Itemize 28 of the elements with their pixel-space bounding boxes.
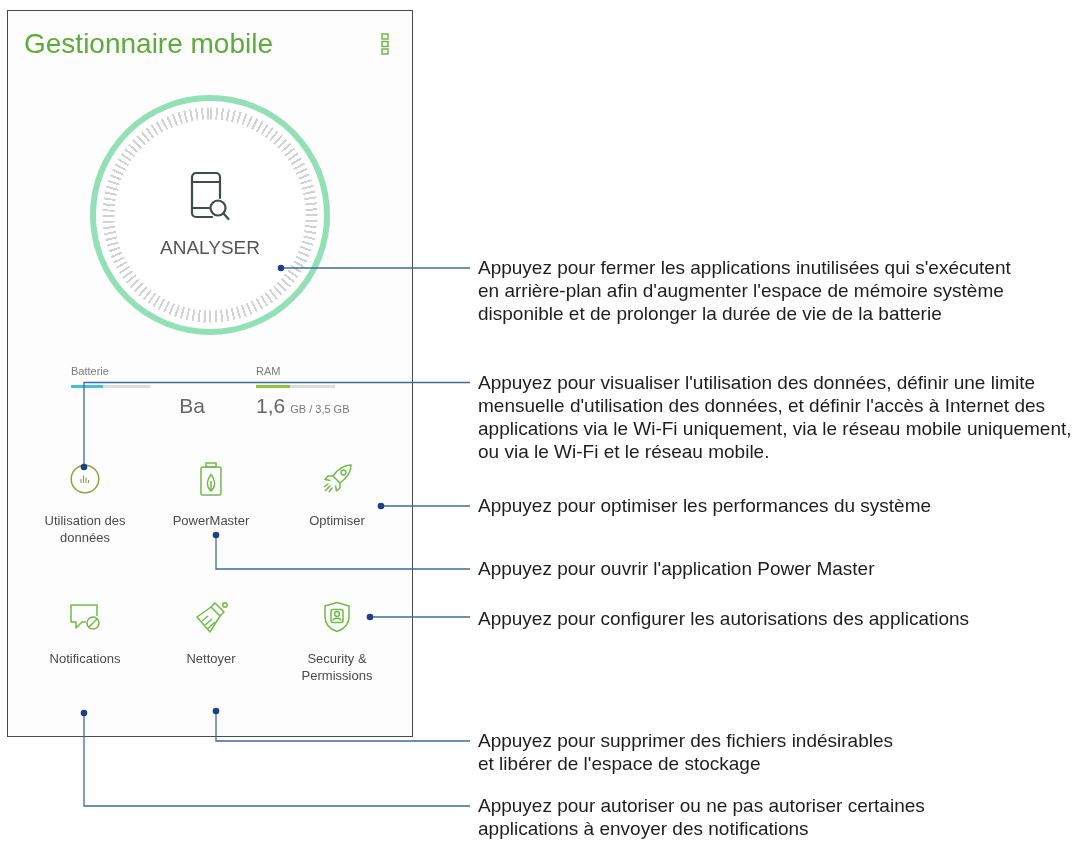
- feature-button[interactable]: Security & Permissions: [281, 600, 393, 684]
- feature-button[interactable]: Optimiser: [281, 462, 393, 546]
- phone-search-icon: [190, 171, 230, 221]
- shield-user-icon: [323, 601, 351, 633]
- callout-text: Appuyez pour optimiser les performances du système: [478, 494, 932, 517]
- feature-button[interactable]: Notifications: [29, 600, 141, 684]
- feature-button[interactable]: PowerMaster: [155, 462, 267, 546]
- brush-icon: [193, 600, 229, 634]
- callout-text: Appuyez pour supprimer des fichiers indésirables et libérer de l'espace de stockage: [478, 729, 894, 775]
- app-title: Gestionnaire mobile: [24, 28, 274, 60]
- feature-button[interactable]: Utilisation des données: [29, 462, 141, 546]
- chat-bubble-icon: [69, 603, 101, 631]
- analyse-button[interactable]: ANALYSER: [90, 95, 330, 335]
- callout-text: Appuyez pour visualiser l'utilisation des données, définir une limite mensuelle d'utilisation des données, et définir l'accès à Internet des applications via le Wi-Fi uniquement, via le réseau mobile uniquement, ou via le Wi-Fi et le réseau mobile.: [478, 371, 1072, 463]
- meter-unit: GB / 3,5 GB: [290, 403, 350, 416]
- callout-text: Appuyez pour configurer les autorisations des applications: [478, 607, 970, 630]
- callout-text: Appuyez pour autoriser ou ne pas autoriser certaines applications à envoyer des notifications: [478, 794, 925, 840]
- callout-text: Appuyez pour ouvrir l'application Power Master: [478, 557, 875, 580]
- battery-leaf-icon: [199, 462, 223, 496]
- feature-button[interactable]: Nettoyer: [155, 600, 267, 684]
- chart-circle-icon: [70, 464, 100, 494]
- meter-label: RAM: [256, 365, 281, 377]
- meter-label: Batterie: [71, 365, 109, 377]
- meter-value: Ba: [179, 394, 205, 418]
- menu-icon[interactable]: [381, 33, 389, 55]
- meter-value: 1,6: [256, 394, 286, 418]
- rocket-icon: [321, 463, 353, 495]
- callout-text: Appuyez pour fermer les applications inutilisées qui s'exécutent en arrière-plan afin d'augmenter l'espace de mémoire système disponible et de prolonger la durée de vie de la batterie: [478, 256, 1011, 325]
